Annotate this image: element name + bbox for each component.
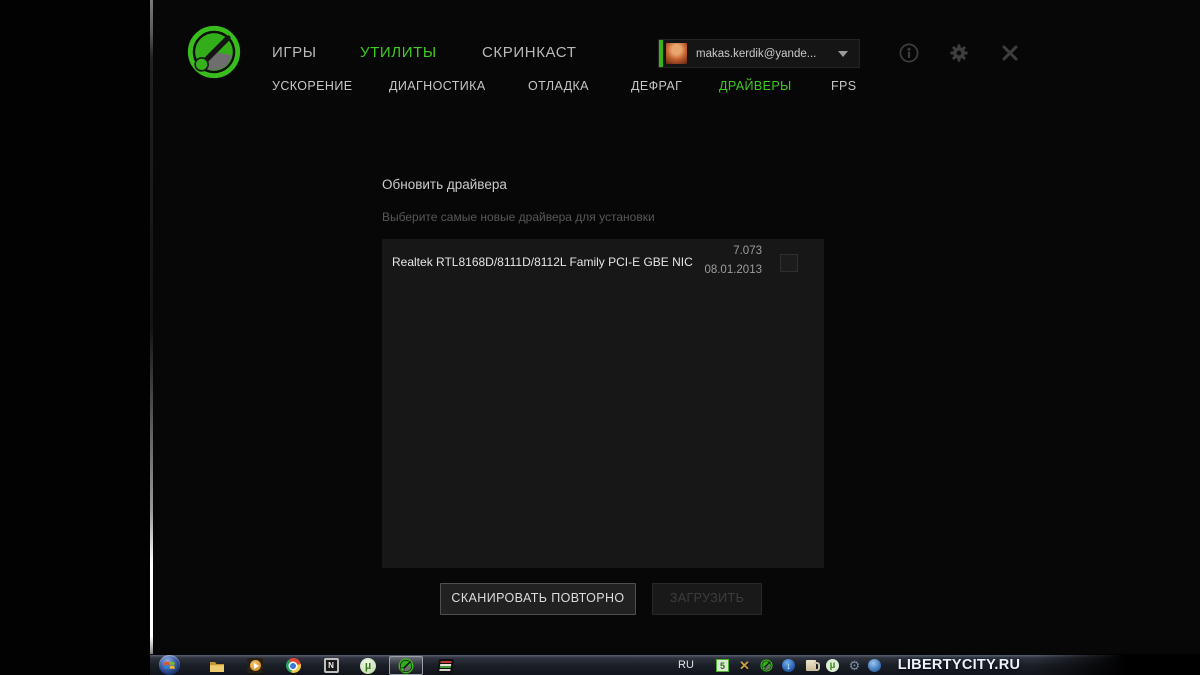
- notepad-glyph: N: [326, 660, 337, 671]
- notepad-icon[interactable]: N: [316, 656, 346, 675]
- punto-switcher-icon[interactable]: 5: [715, 658, 730, 673]
- task-list-icon[interactable]: [430, 656, 460, 675]
- subtab-tweak[interactable]: ОТЛАДКА: [528, 79, 589, 93]
- media-player-icon[interactable]: [240, 656, 270, 675]
- tab-screencast[interactable]: СКРИНКАСТ: [482, 44, 577, 61]
- subtab-drivers[interactable]: ДРАЙВЕРЫ: [719, 79, 792, 93]
- windows-flag-icon: [163, 659, 176, 672]
- page-subtitle: Выберите самые новые драйвера для устано…: [382, 210, 655, 224]
- driver-checkbox[interactable]: [780, 254, 798, 272]
- subtab-defrag[interactable]: ДЕФРАГ: [631, 79, 682, 93]
- tab-games[interactable]: ИГРЫ: [272, 44, 317, 61]
- game-booster-logo: [186, 24, 242, 80]
- account-dropdown[interactable]: makas.kerdik@yande...: [658, 39, 860, 68]
- subtab-diagnostics[interactable]: ДИАГНОСТИКА: [389, 79, 486, 93]
- gear-tray-icon[interactable]: ⚙: [847, 658, 862, 673]
- screen-edge-line: [150, 0, 153, 656]
- mug-tray-icon[interactable]: [803, 658, 818, 673]
- download-button[interactable]: ЗАГРУЗИТЬ: [652, 583, 762, 615]
- taskbar: N µ RU 5 ✕ ↓ µ ⚙ LibertyCity.RU: [150, 654, 1200, 675]
- driver-date: 08.01.2013: [704, 264, 762, 276]
- driver-version: 7.073: [733, 245, 762, 257]
- download-tray-icon[interactable]: ↓: [781, 658, 796, 673]
- screen: ИГРЫ УТИЛИТЫ СКРИНКАСТ makas.kerdik@yand…: [0, 0, 1200, 675]
- tab-utilities[interactable]: УТИЛИТЫ: [360, 44, 437, 61]
- subtab-fps[interactable]: FPS: [831, 79, 857, 93]
- info-button[interactable]: [898, 42, 920, 64]
- driver-name: Realtek RTL8168D/8111D/8112L Family PCI-…: [392, 255, 693, 269]
- avatar: [666, 43, 687, 64]
- page-title: Обновить драйвера: [382, 177, 507, 192]
- utorrent-icon[interactable]: µ: [353, 656, 383, 675]
- account-status-bar: [659, 40, 663, 67]
- watermark: LibertyCity.RU: [868, 655, 1050, 675]
- account-email: makas.kerdik@yande...: [696, 48, 816, 60]
- driver-list-panel: Realtek RTL8168D/8111D/8112L Family PCI-…: [382, 239, 824, 568]
- chrome-icon[interactable]: [278, 656, 308, 675]
- game-booster-tray-icon[interactable]: [759, 658, 774, 673]
- start-button[interactable]: [159, 655, 180, 675]
- driver-list-item[interactable]: Realtek RTL8168D/8111D/8112L Family PCI-…: [382, 239, 824, 287]
- game-booster-taskbar-icon[interactable]: [389, 656, 423, 675]
- gold-x-icon[interactable]: ✕: [737, 658, 752, 673]
- subtab-boost[interactable]: УСКОРЕНИЕ: [272, 79, 352, 93]
- chevron-down-icon: [838, 51, 848, 57]
- gear-icon[interactable]: [948, 42, 970, 64]
- language-indicator[interactable]: RU: [670, 655, 702, 675]
- rescan-button[interactable]: СКАНИРОВАТЬ ПОВТОРНО: [440, 583, 636, 615]
- utorrent-tray-icon[interactable]: µ: [825, 658, 840, 673]
- close-icon[interactable]: [999, 42, 1021, 64]
- explorer-icon[interactable]: [202, 656, 232, 675]
